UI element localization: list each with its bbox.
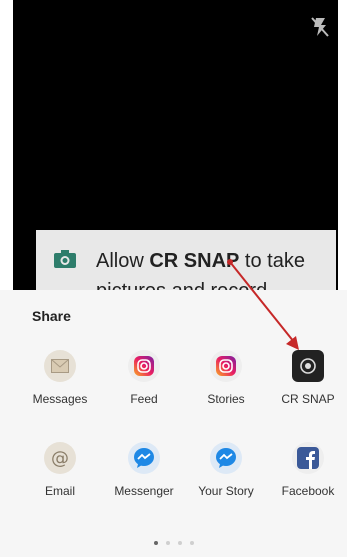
share-app-your-story[interactable]: Your Story (184, 442, 268, 498)
permission-message: Allow CR SNAP to take pictures and recor… (96, 250, 305, 292)
instagram-icon (210, 350, 242, 382)
email-at-icon: @ (44, 442, 76, 474)
messenger-icon (210, 442, 242, 474)
cr-snap-icon (292, 350, 324, 382)
share-app-messenger[interactable]: Messenger (102, 442, 186, 498)
messages-envelope-icon (44, 350, 76, 382)
facebook-icon (292, 442, 324, 474)
share-app-messages[interactable]: Messages (18, 350, 102, 406)
share-app-stories[interactable]: Stories (184, 350, 268, 406)
permission-dialog: Allow CR SNAP to take pictures and recor… (36, 230, 336, 292)
share-title: Share (32, 308, 71, 324)
page-indicator (0, 532, 347, 550)
share-sheet: Share Messages Feed Stories CR SNAP @ Em… (0, 290, 347, 557)
share-app-cr-snap[interactable]: CR SNAP (266, 350, 347, 406)
share-app-feed[interactable]: Feed (102, 350, 186, 406)
camera-icon (54, 250, 76, 268)
page-dot (165, 541, 170, 545)
page-dot (189, 541, 194, 545)
permission-app-name: CR SNAP (149, 250, 240, 272)
share-app-email[interactable]: @ Email (18, 442, 102, 498)
share-app-facebook[interactable]: Facebook (266, 442, 347, 498)
instagram-icon (128, 350, 160, 382)
flash-off-icon[interactable] (310, 16, 330, 38)
page-dot (177, 541, 182, 545)
messenger-icon (128, 442, 160, 474)
page-dot (153, 541, 158, 545)
